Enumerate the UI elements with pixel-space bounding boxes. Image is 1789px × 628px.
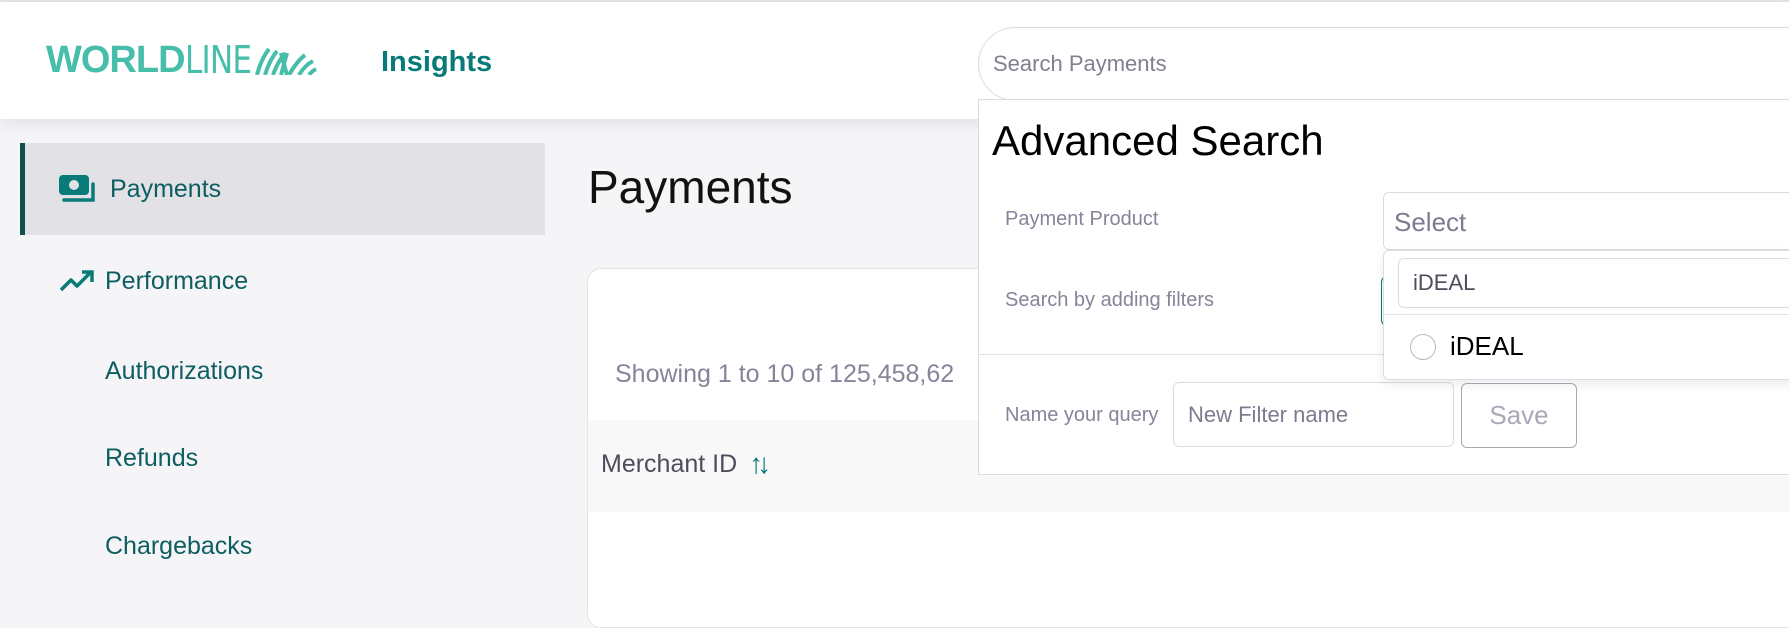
sidebar-item-authorizations[interactable]: Authorizations <box>20 325 545 417</box>
brand-light: LINE <box>184 38 252 82</box>
search-payments-input[interactable] <box>993 46 1693 82</box>
sidebar: Payments Performance Authorizations Refu… <box>0 119 548 595</box>
payment-product-select[interactable]: Select <box>1383 192 1789 250</box>
sidebar-item-label: Refunds <box>105 443 199 472</box>
column-label: Merchant ID <box>601 449 738 478</box>
sidebar-item-label: Chargebacks <box>105 531 253 560</box>
sidebar-item-label: Performance <box>105 266 249 295</box>
pagination-summary: Showing 1 to 10 of 125,458,62 <box>615 360 955 388</box>
search-bar[interactable] <box>978 27 1789 101</box>
radio-button[interactable] <box>1410 333 1436 360</box>
advanced-search-title: Advanced Search <box>992 117 1324 164</box>
column-header-merchant-id[interactable]: Merchant ID ↑↓ <box>601 448 771 480</box>
sort-icon[interactable]: ↑↓ <box>749 448 771 480</box>
sidebar-item-chargebacks[interactable]: Chargebacks <box>20 500 545 592</box>
payments-icon <box>57 173 97 205</box>
payment-product-dropdown: iDEAL <box>1383 250 1789 380</box>
filter-name-input[interactable] <box>1173 382 1454 447</box>
payment-product-label: Payment Product <box>1005 208 1159 230</box>
sidebar-item-refunds[interactable]: Refunds <box>20 412 545 504</box>
name-query-label: Name your query <box>1005 404 1159 426</box>
brand-bold: WORLD <box>46 38 186 81</box>
sidebar-item-performance[interactable]: Performance <box>20 235 545 327</box>
select-placeholder: Select <box>1394 207 1467 237</box>
sidebar-item-label: Payments <box>110 174 222 203</box>
save-button[interactable]: Save <box>1461 383 1577 448</box>
worldline-logo[interactable]: WORLD LINE <box>46 38 318 82</box>
sidebar-item-label: Authorizations <box>105 356 264 385</box>
page-title: Payments <box>588 161 793 213</box>
dropdown-option[interactable]: iDEAL <box>1410 331 1524 362</box>
worldline-waves-icon <box>255 47 318 75</box>
sidebar-item-payments[interactable]: Payments <box>20 143 545 235</box>
filters-label: Search by adding filters <box>1005 289 1215 311</box>
app-name: Insights <box>381 46 493 78</box>
divider <box>1384 314 1789 315</box>
trending-up-icon <box>57 265 97 297</box>
option-label: iDEAL <box>1450 331 1524 361</box>
dropdown-search-input[interactable] <box>1398 258 1789 308</box>
